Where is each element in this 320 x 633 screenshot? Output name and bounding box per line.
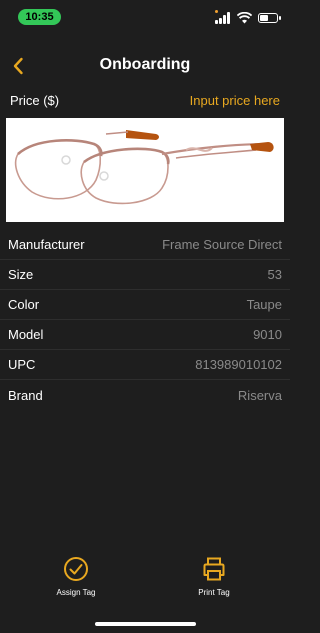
detail-value: Taupe: [246, 297, 282, 312]
cellular-signal-icon: [215, 10, 231, 24]
detail-row-manufacturer: Manufacturer Frame Source Direct: [0, 230, 290, 260]
detail-value: Riserva: [237, 387, 282, 403]
price-row: Price ($) Input price here: [10, 90, 280, 110]
nav-bar: Onboarding: [0, 48, 290, 84]
home-indicator[interactable]: [95, 622, 196, 626]
product-image: [6, 118, 284, 222]
detail-label: Size: [8, 267, 34, 282]
detail-label: Color: [8, 297, 40, 312]
printer-icon: [203, 557, 225, 581]
detail-value: 9010: [253, 327, 282, 342]
page-title: Onboarding: [99, 56, 191, 73]
detail-label: Manufacturer: [8, 237, 85, 252]
details-list: Manufacturer Frame Source Direct Size 53…: [0, 230, 290, 410]
detail-row-brand: Brand Riserva: [0, 380, 290, 410]
assign-tag-label: Assign Tag: [56, 588, 96, 597]
status-bar: 10:35: [0, 0, 290, 34]
bottom-action-bar: Assign Tag Print Tag: [0, 556, 290, 606]
detail-row-color: Color Taupe: [0, 290, 290, 320]
detail-value: Frame Source Direct: [162, 237, 282, 252]
status-icons: [215, 10, 281, 26]
checkmark-circle-icon: [64, 557, 88, 581]
detail-value: 813989010102: [195, 357, 282, 372]
detail-row-model: Model 9010: [0, 320, 290, 350]
detail-value: 53: [267, 267, 282, 282]
status-time: 10:35: [18, 9, 61, 25]
wifi-icon: [237, 12, 252, 24]
detail-row-size: Size 53: [0, 260, 290, 290]
battery-icon: [258, 13, 281, 23]
detail-row-upc: UPC 813989010102: [0, 350, 290, 380]
print-tag-label: Print Tag: [198, 588, 230, 597]
detail-label: Brand: [8, 387, 43, 403]
print-tag-button[interactable]: Print Tag: [174, 556, 254, 597]
assign-tag-button[interactable]: Assign Tag: [36, 556, 116, 597]
detail-label: Model: [8, 327, 44, 342]
price-input[interactable]: Input price here: [190, 93, 280, 108]
price-label: Price ($): [10, 92, 60, 108]
eyeglasses-image: [14, 130, 274, 205]
detail-label: UPC: [8, 357, 36, 372]
